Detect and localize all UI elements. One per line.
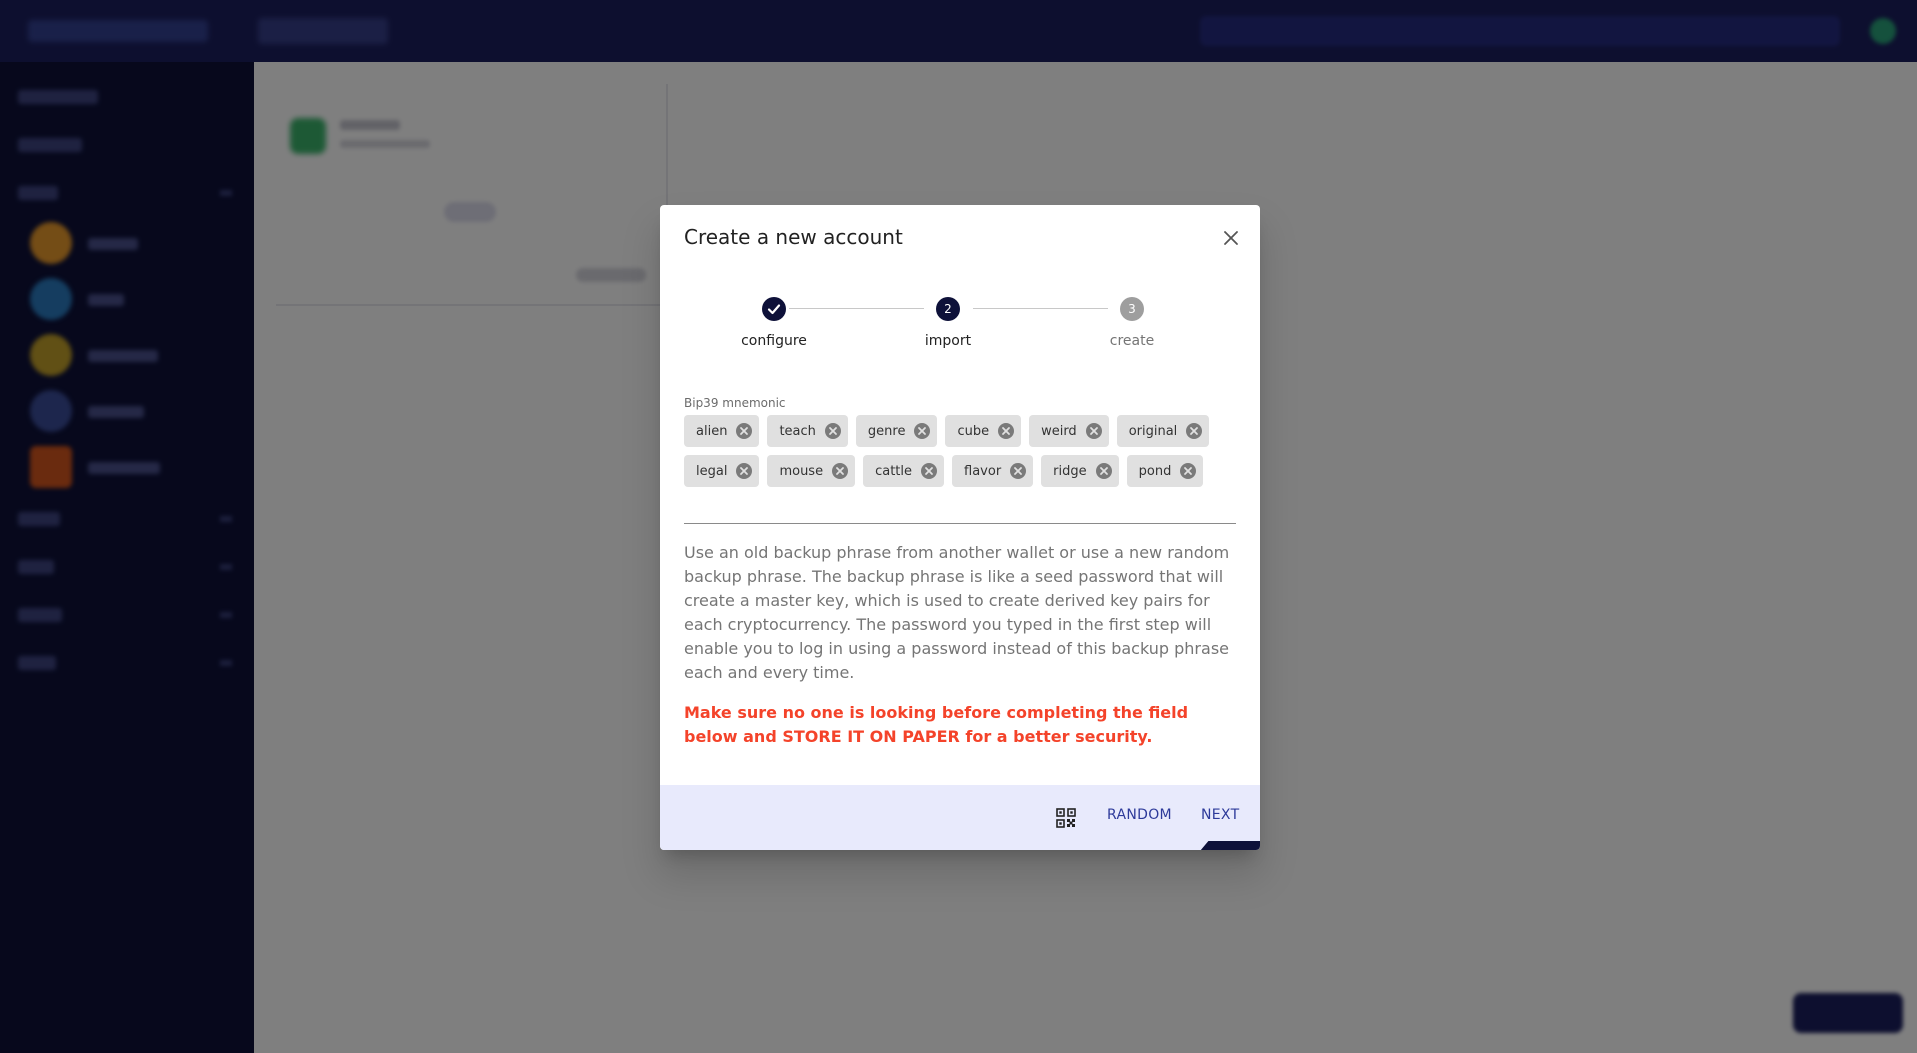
step-number: 3 <box>1120 297 1144 321</box>
mnemonic-chip-label: alien <box>696 423 728 439</box>
mnemonic-chip-label: pond <box>1138 463 1172 479</box>
dialog-title: Create a new account <box>684 225 903 249</box>
step-label: import <box>924 333 972 349</box>
step-label: create <box>1109 333 1155 349</box>
mnemonic-chip[interactable]: genre <box>855 415 938 447</box>
random-button[interactable]: RANDOM <box>1107 807 1172 823</box>
mnemonic-chip-label: flavor <box>964 463 1002 479</box>
remove-chip-icon[interactable] <box>1095 462 1113 480</box>
mnemonic-chip-label: ridge <box>1053 463 1087 479</box>
remove-chip-icon[interactable] <box>1185 422 1203 440</box>
remove-chip-icon[interactable] <box>997 422 1015 440</box>
next-button[interactable]: NEXT <box>1201 807 1239 823</box>
mnemonic-chip[interactable]: original <box>1116 415 1210 447</box>
step-import[interactable]: 2 import <box>878 285 1018 349</box>
remove-chip-icon[interactable] <box>913 422 931 440</box>
step-configure[interactable]: configure <box>704 285 844 349</box>
mnemonic-chip-label: genre <box>867 423 906 439</box>
step-label: configure <box>741 333 807 349</box>
remove-chip-icon[interactable] <box>1085 422 1103 440</box>
mnemonic-chip-label: cattle <box>875 463 913 479</box>
mnemonic-field-label: Bip39 mnemonic <box>684 396 786 410</box>
mnemonic-chip[interactable]: weird <box>1029 415 1109 447</box>
mnemonic-chip[interactable]: pond <box>1126 455 1204 487</box>
close-icon <box>1224 231 1238 245</box>
app-root: Create a new account configure 2 import … <box>0 0 1917 1053</box>
mnemonic-chip[interactable]: flavor <box>952 455 1034 487</box>
mnemonic-field-underline <box>684 523 1236 524</box>
remove-chip-icon[interactable] <box>735 422 753 440</box>
warning-text: Make sure no one is looking before compl… <box>684 703 1189 746</box>
mnemonic-chip-label: original <box>1128 423 1178 439</box>
check-icon <box>762 297 786 321</box>
mnemonic-chip[interactable]: legal <box>684 455 760 487</box>
qr-code-icon <box>1056 808 1076 828</box>
remove-chip-icon[interactable] <box>1179 462 1197 480</box>
mnemonic-chip[interactable]: alien <box>684 415 760 447</box>
mnemonic-chip-label: weird <box>1041 423 1077 439</box>
mnemonic-chip[interactable]: ridge <box>1041 455 1119 487</box>
mnemonic-chip-label: legal <box>696 463 728 479</box>
step-number: 2 <box>936 297 960 321</box>
mnemonic-chip-label: cube <box>957 423 990 439</box>
mnemonic-chip-label: mouse <box>779 463 824 479</box>
footer-decoration <box>1191 841 1260 850</box>
mnemonic-chip[interactable]: teach <box>767 415 848 447</box>
create-account-dialog: Create a new account configure 2 import … <box>660 205 1260 850</box>
remove-chip-icon[interactable] <box>1009 462 1027 480</box>
scan-qr-button[interactable] <box>1054 806 1078 830</box>
mnemonic-chip-label: teach <box>779 423 816 439</box>
help-text: Use an old backup phrase from another wa… <box>684 543 1230 682</box>
close-button[interactable] <box>1216 223 1246 253</box>
remove-chip-icon[interactable] <box>824 422 842 440</box>
mnemonic-chip-list[interactable]: alien teach genre cube weird original legal mou… <box>684 415 1236 487</box>
remove-chip-icon[interactable] <box>831 462 849 480</box>
mnemonic-chip[interactable]: mouse <box>767 455 856 487</box>
remove-chip-icon[interactable] <box>735 462 753 480</box>
dialog-footer: RANDOM NEXT <box>660 785 1260 850</box>
mnemonic-chip[interactable]: cattle <box>863 455 945 487</box>
step-create[interactable]: 3 create <box>1062 285 1202 349</box>
mnemonic-chip[interactable]: cube <box>945 415 1022 447</box>
remove-chip-icon[interactable] <box>920 462 938 480</box>
stepper: configure 2 import 3 create <box>684 285 1236 365</box>
